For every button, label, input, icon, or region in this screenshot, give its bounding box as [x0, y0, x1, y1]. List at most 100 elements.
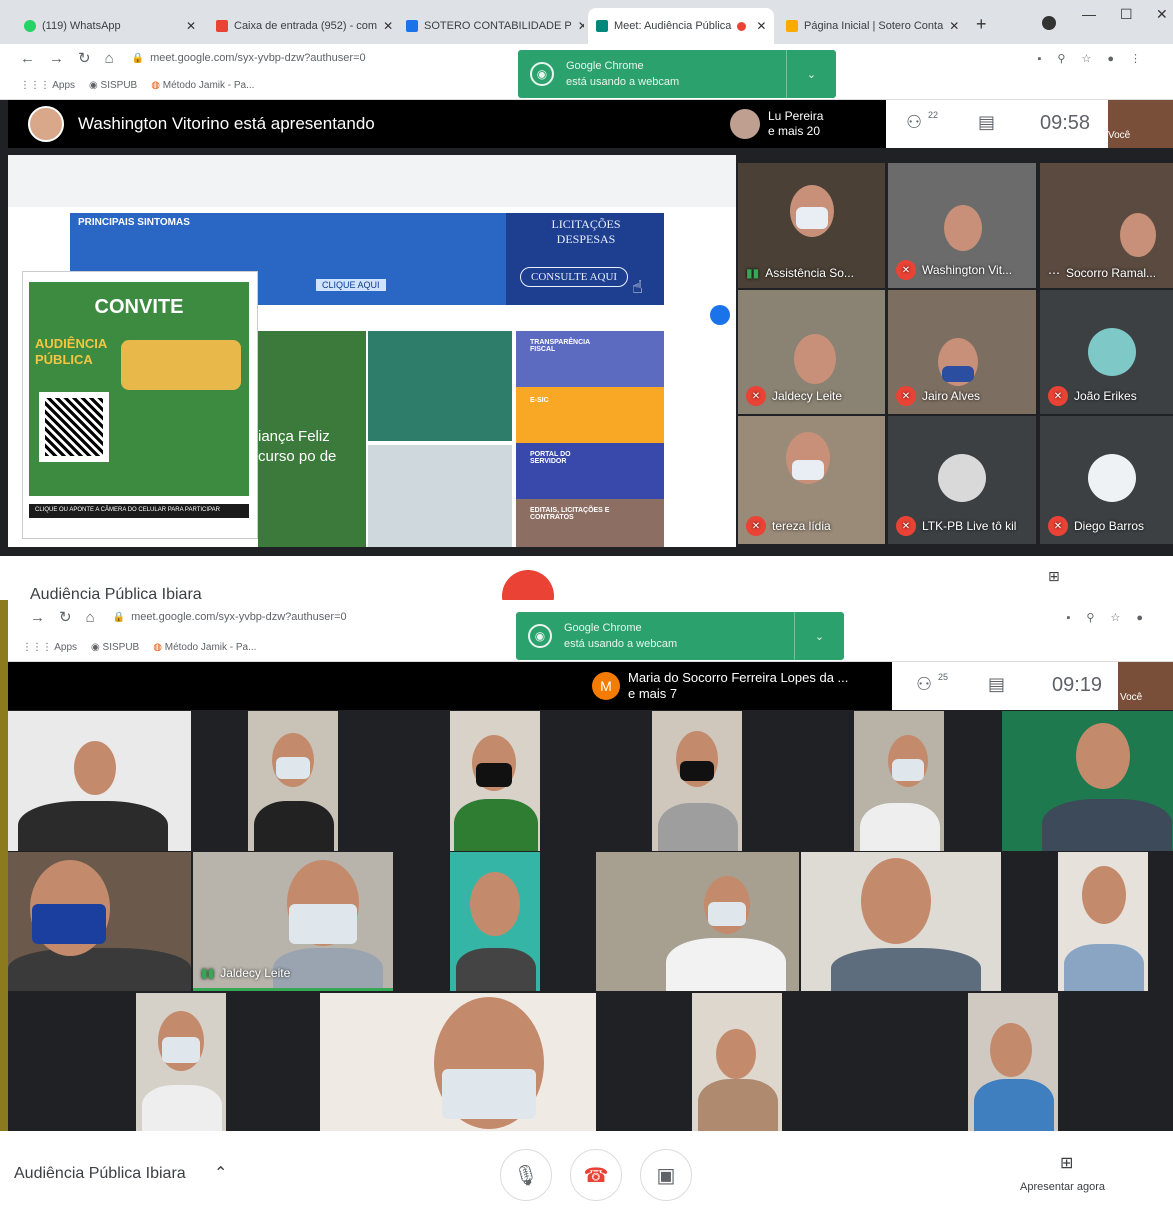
new-tab-button[interactable]: +	[976, 14, 987, 35]
bookmark-metodo[interactable]: ◍ Método Jamik - Pa...	[151, 80, 254, 91]
home-icon[interactable]: ⌂	[105, 50, 114, 67]
more-options-icon[interactable]: ⋯	[1048, 266, 1060, 280]
bookmark-label: Apps	[52, 80, 76, 91]
minimize-icon[interactable]: —	[1082, 6, 1096, 22]
participant-name: Jaldecy Leite	[220, 966, 291, 980]
back-icon[interactable]: ←	[20, 50, 35, 67]
card-portal: PORTAL DO SERVIDOR	[516, 443, 664, 499]
shared-browser-chrome	[8, 155, 736, 207]
url-field[interactable]: meet.google.com/syx-yvbp-dzw?authuser=0	[150, 52, 366, 64]
tab-gmail[interactable]: Caixa de entrada (952) - com ✕	[208, 8, 394, 44]
mic-off-icon: ✕	[746, 386, 766, 406]
camera-button[interactable]: ▣	[640, 1149, 692, 1201]
tab-meet[interactable]: Meet: Audiência Pública ✕	[588, 8, 774, 44]
lock-icon: 🔒	[112, 611, 126, 623]
mic-off-icon: ✕	[1048, 386, 1068, 406]
bookmark-sispub[interactable]: ◉ SISPUB	[91, 642, 139, 653]
webcam-notification[interactable]: ◉ Google Chrome está usando a webcam ⌄	[518, 50, 836, 98]
tab-sotero[interactable]: SOTERO CONTABILIDADE P ✕	[398, 8, 584, 44]
others-count: e mais 7	[628, 686, 678, 701]
convite-subtitle: AUDIÊNCIA PÚBLICA	[35, 336, 107, 367]
forward-icon[interactable]: →	[30, 609, 45, 626]
participant-tile: ✕ Jairo Alves	[888, 290, 1036, 414]
others-indicator[interactable]: M Maria do Socorro Ferreira Lopes da ...…	[586, 662, 892, 710]
participant-count: 22	[928, 110, 939, 120]
home-icon[interactable]: ⌂	[86, 609, 95, 626]
participant-tile: ✕ Washington Vit...	[888, 163, 1036, 288]
chat-icon[interactable]: ▤	[978, 112, 995, 133]
close-window-icon[interactable]: ✕	[1156, 6, 1168, 23]
webcam-icon: ◉	[530, 62, 554, 86]
people-icon[interactable]: ⚇	[906, 112, 922, 133]
participant-count: 25	[938, 672, 949, 682]
chat-icon[interactable]: ▤	[988, 674, 1005, 695]
toolbar-icons[interactable]: ▪⚲☆●⋮	[1038, 52, 1157, 65]
mic-button[interactable]: 🎙	[500, 1149, 552, 1201]
people-icon[interactable]: ⚇	[916, 674, 932, 695]
webcam-notification-text: Google Chrome está usando a webcam	[566, 58, 679, 90]
chevron-up-icon[interactable]: ⌃	[214, 1163, 227, 1183]
present-now-button[interactable]: Apresentar agora	[1020, 1181, 1105, 1193]
site-icon	[406, 20, 418, 32]
close-icon[interactable]: ✕	[383, 19, 393, 33]
bookmark-apps[interactable]: ⋮⋮⋮ Apps	[20, 80, 75, 91]
tab-whatsapp[interactable]: (119) WhatsApp ✕	[16, 8, 204, 44]
convite-footer: CLIQUE OU APONTE A CÂMERA DO CELULAR PAR…	[35, 507, 220, 513]
shared-screen: PRINCIPAIS SINTOMAS CLIQUE AQUI LICITAÇÕ…	[8, 155, 736, 547]
avatar	[28, 106, 64, 142]
hangup-button[interactable]: ☎	[570, 1149, 622, 1201]
participant-tile	[692, 993, 782, 1131]
speaking-icon: ▮▮	[201, 966, 215, 980]
maximize-icon[interactable]: ☐	[1120, 6, 1133, 23]
hand-cursor-icon: ☝	[632, 277, 643, 297]
webcam-notification-line2: está usando a webcam	[564, 638, 678, 650]
convite-poster: CONVITE AUDIÊNCIA PÚBLICA	[29, 282, 249, 496]
participant-tile: ⋯ Socorro Ramal...	[1040, 163, 1173, 288]
bookmark-metodo[interactable]: ◍ Método Jamik - Pa...	[153, 642, 256, 653]
reload-icon[interactable]: ↻	[78, 49, 91, 67]
reload-icon[interactable]: ↻	[59, 608, 72, 626]
tab-label: Página Inicial | Sotero Conta	[804, 20, 944, 32]
webcam-notification[interactable]: ◉ Google Chrome está usando a webcam ⌄	[516, 612, 844, 660]
meet-icon	[596, 20, 608, 32]
bookmark-apps[interactable]: ⋮⋮⋮ Apps	[22, 642, 77, 653]
close-icon[interactable]: ✕	[756, 19, 766, 33]
tab-label: (119) WhatsApp	[42, 20, 121, 32]
avatar: M	[592, 672, 620, 700]
participant-name: Jairo Alves	[922, 389, 981, 403]
chevron-down-icon[interactable]: ⌄	[794, 612, 844, 660]
url-field[interactable]: meet.google.com/syx-yvbp-dzw?authuser=0	[131, 611, 347, 623]
profile-icon[interactable]	[1042, 16, 1056, 30]
avatar	[730, 109, 760, 139]
bookmark-label: Método Jamik - Pa...	[162, 80, 255, 91]
forward-icon[interactable]: →	[49, 50, 64, 67]
clock-time: 09:19	[1052, 674, 1103, 696]
chevron-down-icon[interactable]: ⌄	[786, 50, 836, 98]
present-icon[interactable]: ⊞	[1048, 568, 1060, 585]
participant-tile	[450, 852, 540, 991]
bookmark-label: SISPUB	[100, 80, 138, 91]
others-indicator[interactable]: Lu Pereira e mais 20	[722, 100, 886, 148]
toolbar-icons[interactable]: ▪⚲☆●	[1067, 611, 1159, 624]
mic-off-icon: ✕	[896, 386, 916, 406]
tab-pagina-inicial[interactable]: Página Inicial | Sotero Conta ✕	[778, 8, 964, 44]
participant-name: LTK-PB Live tô kil	[922, 519, 1017, 533]
whatsapp-icon	[24, 20, 36, 32]
present-screen-icon[interactable]: ⊞	[1060, 1153, 1073, 1173]
licitacoes-title: LICITAÇÕES DESPESAS	[551, 217, 621, 246]
top-meet-screenshot: (119) WhatsApp ✕ Caixa de entrada (952) …	[0, 0, 1173, 600]
top-bottom-bar: Audiência Pública Ibiara ⊞	[0, 556, 1173, 600]
close-icon[interactable]: ✕	[949, 19, 959, 33]
meeting-title[interactable]: Audiência Pública Ibiara	[14, 1165, 186, 1183]
close-icon[interactable]: ✕	[578, 19, 584, 33]
hangup-button[interactable]	[502, 570, 554, 600]
participant-tile	[248, 711, 338, 851]
close-icon[interactable]: ✕	[186, 19, 196, 33]
speaking-icon: ▮▮	[746, 266, 760, 280]
apps-grid-icon: ⋮⋮⋮	[20, 80, 53, 91]
licitacoes-banner: LICITAÇÕES DESPESAS CONSULTE AQUI ☝	[506, 213, 664, 305]
bookmark-sispub[interactable]: ◉ SISPUB	[89, 80, 137, 91]
avatar	[1088, 328, 1136, 376]
participant-name: Diego Barros	[1074, 519, 1145, 533]
behind-text: iança Feliz curso po de	[258, 428, 337, 465]
